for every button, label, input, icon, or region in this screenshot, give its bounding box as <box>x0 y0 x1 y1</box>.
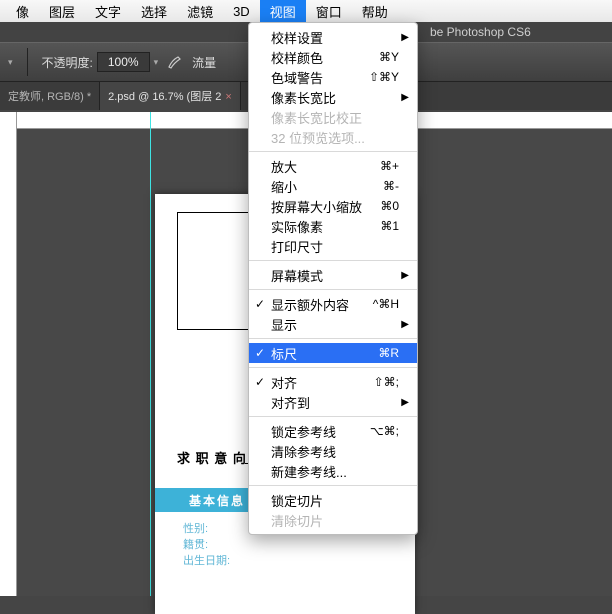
intent-label: 求 职 意 向 : <box>177 448 257 467</box>
shortcut: ⌥⌘; <box>370 424 399 438</box>
menu-item-像素长宽比校正: 像素长宽比校正 <box>249 107 417 127</box>
brush-icon[interactable] <box>166 53 184 71</box>
field-gender: 性别: <box>183 520 208 536</box>
menu-item-label: 打印尺寸 <box>271 237 399 256</box>
menu-item-label: 标尺 <box>271 344 378 363</box>
menu-item-标尺[interactable]: ✓ 标尺⌘R <box>249 343 417 363</box>
menu-item-label: 放大 <box>271 157 380 176</box>
menu-item-label: 校样颜色 <box>271 48 379 67</box>
menu-item-清除参考线[interactable]: 清除参考线 <box>249 441 417 461</box>
doc-tab[interactable]: 2.psd @ 16.7% (图层 2× <box>100 82 241 110</box>
shortcut: ⌘- <box>383 179 399 193</box>
submenu-arrow-icon: ▶ <box>401 319 409 330</box>
menu-item-显示[interactable]: 显示▶ <box>249 314 417 334</box>
menu-item-label: 像素长宽比校正 <box>271 108 399 127</box>
menu-窗口[interactable]: 窗口 <box>306 0 352 24</box>
menu-item-label: 显示 <box>271 315 399 334</box>
menu-item-label: 显示额外内容 <box>271 295 373 314</box>
menu-视图[interactable]: 视图 <box>260 0 306 24</box>
menubar: 像图层文字选择滤镜3D视图窗口帮助 <box>0 0 612 22</box>
check-icon: ✓ <box>255 297 265 311</box>
menu-item-label: 新建参考线... <box>271 462 399 481</box>
menu-像[interactable]: 像 <box>6 0 39 24</box>
menu-item-label: 缩小 <box>271 177 383 196</box>
menu-item-label: 按屏幕大小缩放 <box>271 197 380 216</box>
menu-帮助[interactable]: 帮助 <box>352 0 398 24</box>
shortcut: ⇧⌘Y <box>369 70 399 84</box>
menu-item-显示额外内容[interactable]: ✓ 显示额外内容^⌘H <box>249 294 417 314</box>
opacity-chev[interactable]: ▾ <box>154 57 159 68</box>
menu-item-label: 对齐 <box>271 373 374 392</box>
menu-item-色域警告[interactable]: 色域警告⇧⌘Y <box>249 67 417 87</box>
opacity-label: 不透明度: <box>42 54 93 71</box>
shortcut: ⌘R <box>378 346 399 360</box>
menu-item-32 位预览选项...: 32 位预览选项... <box>249 127 417 147</box>
menu-item-label: 像素长宽比 <box>271 88 399 107</box>
submenu-arrow-icon: ▶ <box>401 397 409 408</box>
menu-item-锁定切片[interactable]: 锁定切片 <box>249 490 417 510</box>
submenu-arrow-icon: ▶ <box>401 270 409 281</box>
menu-item-label: 对齐到 <box>271 393 399 412</box>
menu-item-实际像素[interactable]: 实际像素⌘1 <box>249 216 417 236</box>
guide-vertical[interactable] <box>150 112 151 596</box>
menu-图层[interactable]: 图层 <box>39 0 85 24</box>
menu-item-缩小[interactable]: 缩小⌘- <box>249 176 417 196</box>
menu-item-锁定参考线[interactable]: 锁定参考线⌥⌘; <box>249 421 417 441</box>
submenu-arrow-icon: ▶ <box>401 32 409 43</box>
close-icon[interactable]: × <box>225 91 231 103</box>
menu-item-校样设置[interactable]: 校样设置▶ <box>249 27 417 47</box>
ruler-vertical <box>0 112 17 596</box>
menu-item-label: 锁定切片 <box>271 491 399 510</box>
flow-label: 流量 <box>192 54 216 71</box>
menu-文字[interactable]: 文字 <box>85 0 131 24</box>
menu-item-label: 清除参考线 <box>271 442 399 461</box>
menu-item-label: 校样设置 <box>271 28 399 47</box>
menu-item-label: 锁定参考线 <box>271 422 370 441</box>
menu-item-像素长宽比[interactable]: 像素长宽比▶ <box>249 87 417 107</box>
menu-item-打印尺寸[interactable]: 打印尺寸 <box>249 236 417 256</box>
menu-item-label: 色域警告 <box>271 68 369 87</box>
menu-3D[interactable]: 3D <box>223 1 260 22</box>
shortcut: ⌘+ <box>380 159 399 173</box>
shortcut: ⌘0 <box>380 199 399 213</box>
menu-item-按屏幕大小缩放[interactable]: 按屏幕大小缩放⌘0 <box>249 196 417 216</box>
check-icon: ✓ <box>255 375 265 389</box>
menu-item-对齐[interactable]: ✓ 对齐⇧⌘; <box>249 372 417 392</box>
opacity-field[interactable]: 100% <box>97 52 150 72</box>
field-origin: 籍贯: <box>183 536 208 552</box>
shortcut: ⌘1 <box>380 219 399 233</box>
menu-item-对齐到[interactable]: 对齐到▶ <box>249 392 417 412</box>
menu-item-屏幕模式[interactable]: 屏幕模式▶ <box>249 265 417 285</box>
view-menu-dropdown: 校样设置▶校样颜色⌘Y色域警告⇧⌘Y像素长宽比▶像素长宽比校正32 位预览选项.… <box>248 22 418 535</box>
doc-tab[interactable]: 定教师, RGB/8) * <box>0 82 100 110</box>
check-icon: ✓ <box>255 346 265 360</box>
submenu-arrow-icon: ▶ <box>401 92 409 103</box>
menu-item-label: 实际像素 <box>271 217 380 236</box>
tool-preset-chev[interactable]: ▾ <box>8 57 13 68</box>
shortcut: ⇧⌘; <box>374 375 399 389</box>
menu-item-清除切片: 清除切片 <box>249 510 417 530</box>
section-label: 基本信息 <box>189 492 245 509</box>
menu-item-新建参考线...[interactable]: 新建参考线... <box>249 461 417 481</box>
menu-滤镜[interactable]: 滤镜 <box>177 0 223 24</box>
shortcut: ⌘Y <box>379 50 399 64</box>
menu-选择[interactable]: 选择 <box>131 0 177 24</box>
menu-item-放大[interactable]: 放大⌘+ <box>249 156 417 176</box>
menu-item-label: 屏幕模式 <box>271 266 399 285</box>
field-birthdate: 出生日期: <box>183 552 230 568</box>
menu-item-label: 32 位预览选项... <box>271 128 399 147</box>
shortcut: ^⌘H <box>373 297 399 311</box>
menu-item-校样颜色[interactable]: 校样颜色⌘Y <box>249 47 417 67</box>
menu-item-label: 清除切片 <box>271 511 399 530</box>
